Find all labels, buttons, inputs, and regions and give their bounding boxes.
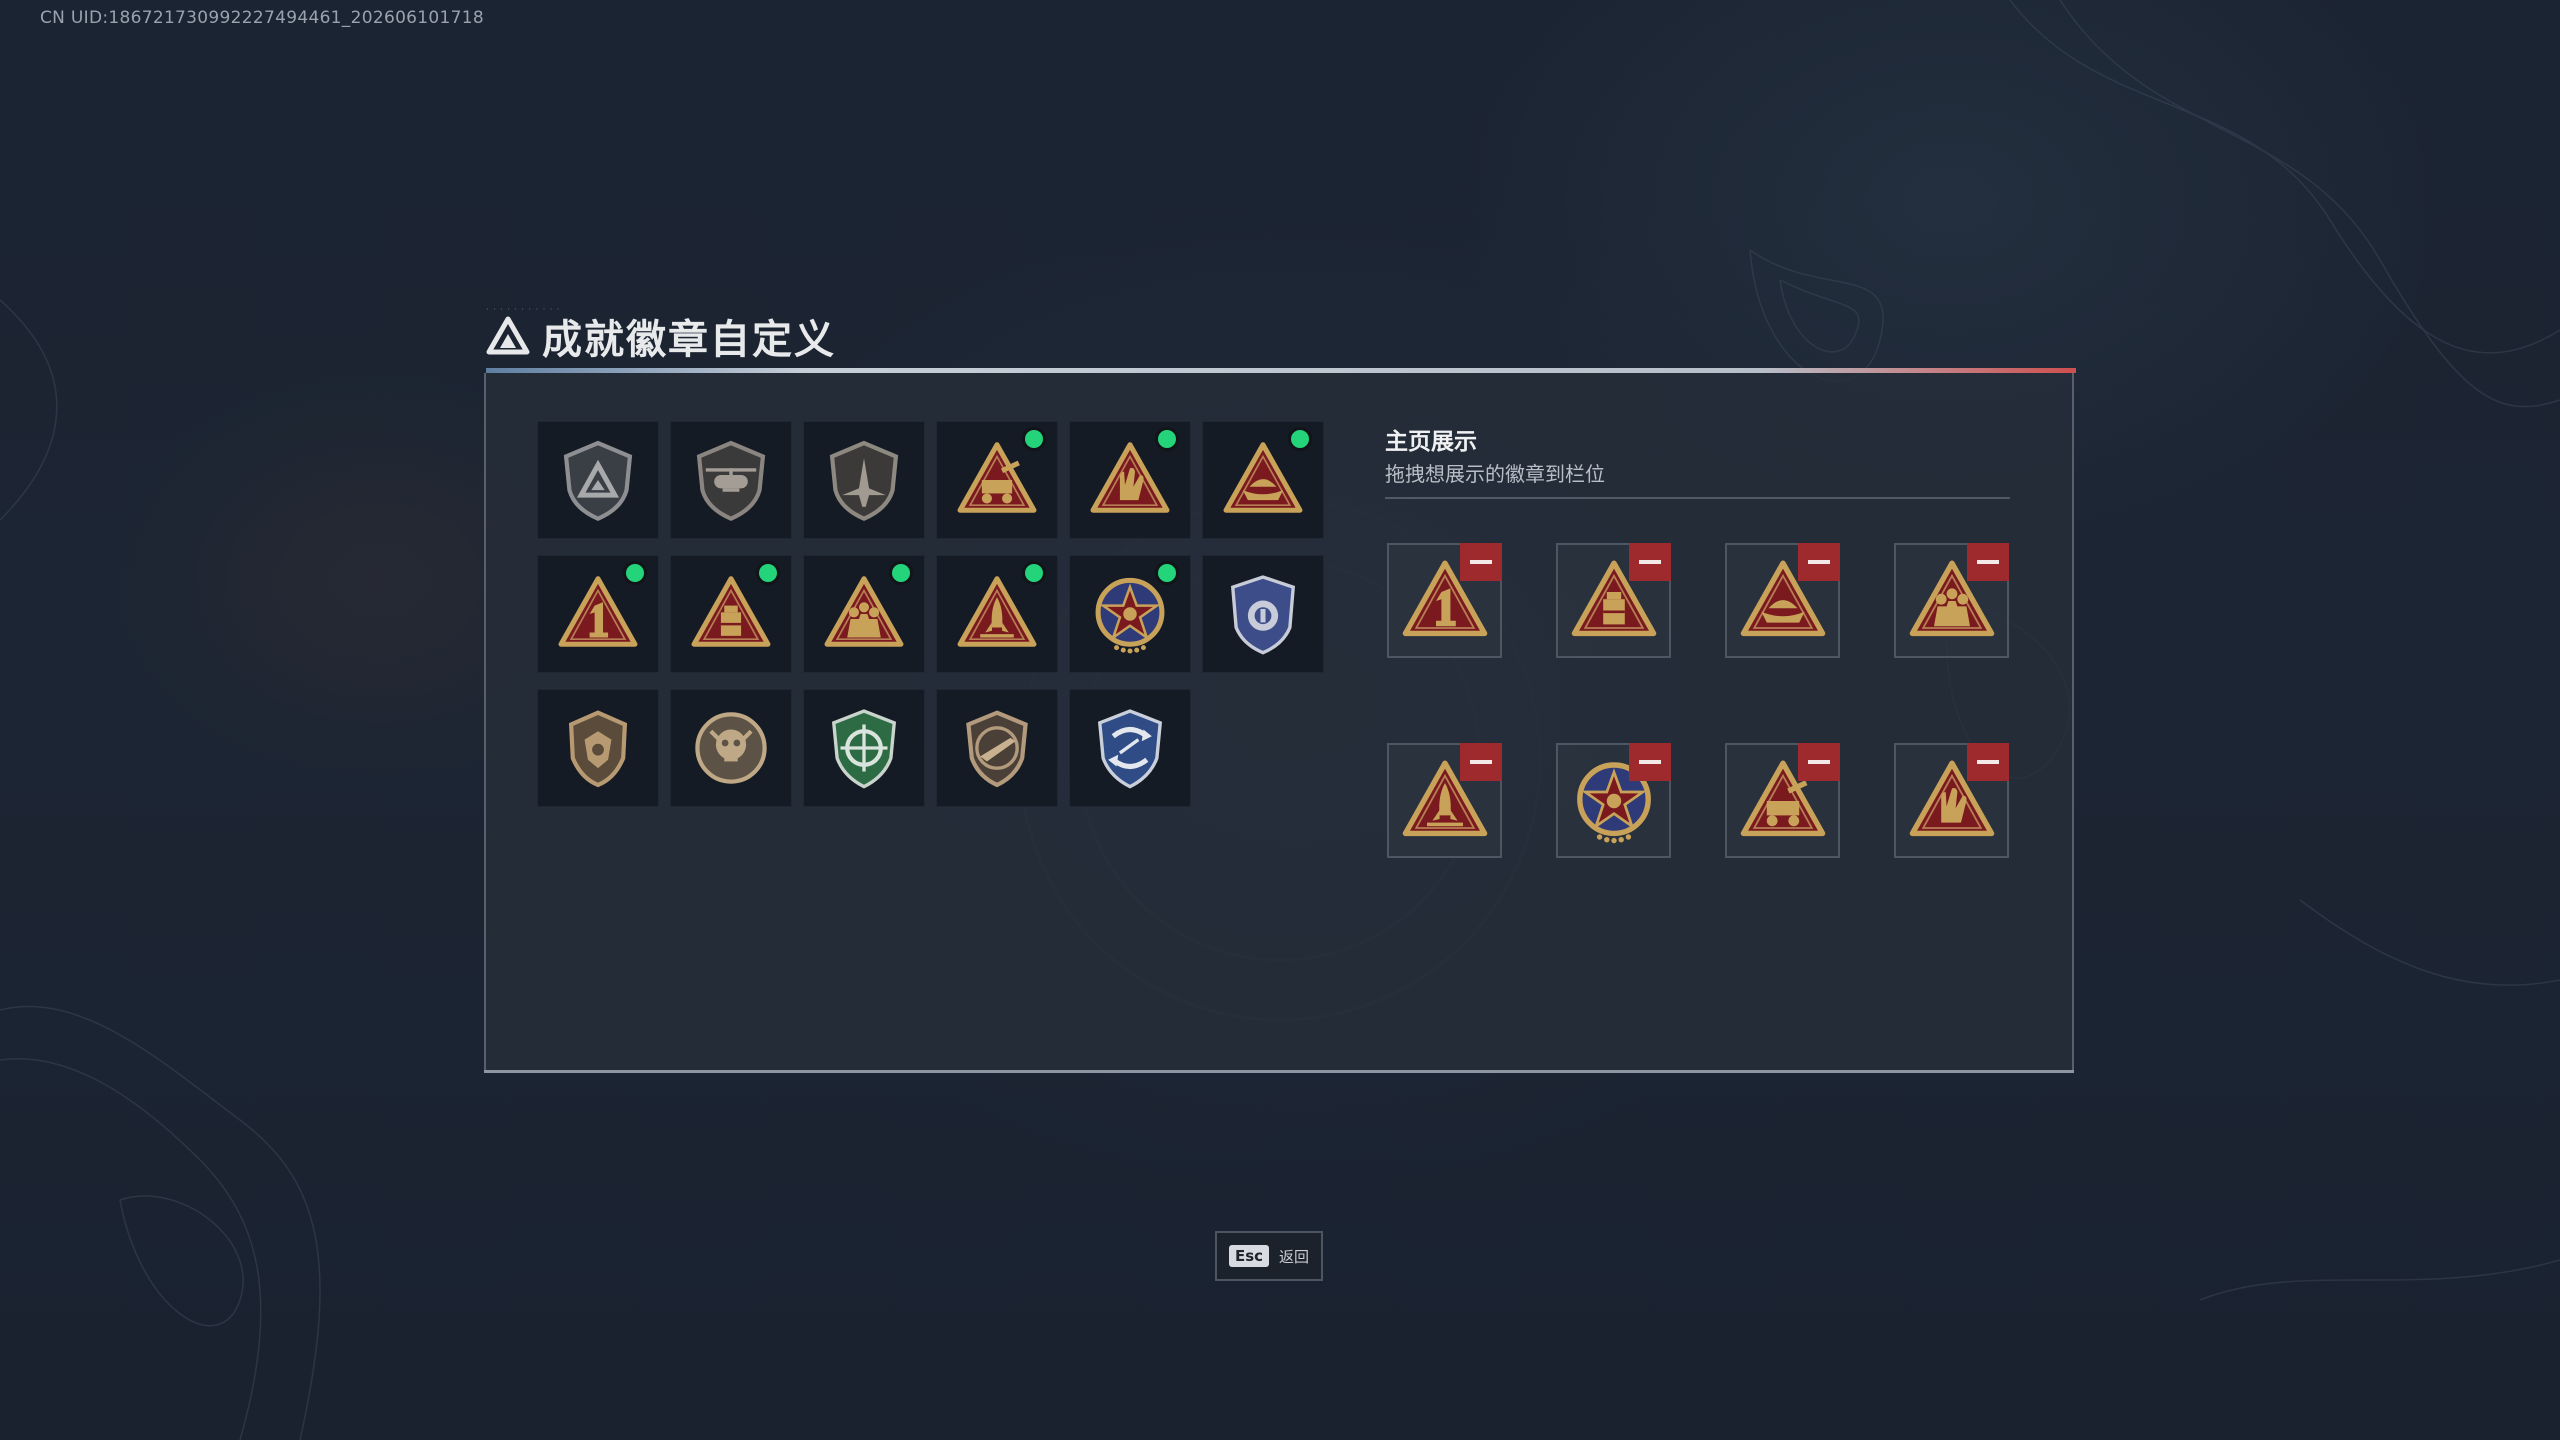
badge-cell[interactable]	[803, 421, 925, 539]
showcase-slot[interactable]	[1894, 543, 2009, 658]
panel-bottom-border	[484, 1070, 2074, 1073]
badge-cell[interactable]	[936, 421, 1058, 539]
minus-icon	[1808, 760, 1830, 764]
remove-badge-button[interactable]	[1798, 543, 1840, 581]
soldiers-triangle-badge-icon	[824, 576, 904, 647]
showcase-slot[interactable]	[1387, 543, 1502, 658]
showcase-slot[interactable]	[1387, 743, 1502, 858]
showcase-slot[interactable]	[1556, 743, 1671, 858]
back-button[interactable]: Esc 返回	[1215, 1231, 1323, 1281]
showcase-title: 主页展示	[1385, 429, 1477, 455]
badge-cell[interactable]	[1069, 421, 1191, 539]
badge-cell[interactable]	[537, 421, 659, 539]
showcase-slot[interactable]	[1556, 543, 1671, 658]
showcase-slot[interactable]	[1894, 743, 2009, 858]
badge-grid	[537, 421, 1324, 807]
number-one-triangle-badge-icon	[558, 576, 638, 647]
minus-icon	[1470, 760, 1492, 764]
remove-badge-button[interactable]	[1460, 743, 1502, 781]
remove-badge-button[interactable]	[1967, 743, 2009, 781]
badge-cell[interactable]	[670, 421, 792, 539]
showcase-slot[interactable]	[1725, 743, 1840, 858]
jet-shield-badge-icon	[829, 440, 899, 521]
showcase-divider	[1385, 497, 2010, 499]
bronze-crest-badge-icon	[568, 710, 628, 788]
showcase-slot[interactable]	[1725, 543, 1840, 658]
badge-cell[interactable]	[1069, 555, 1191, 673]
triangle-logo-icon	[486, 316, 530, 355]
minus-icon	[1977, 760, 1999, 764]
blue-arrows-shield-badge-icon	[1097, 709, 1163, 789]
helicopter-shield-badge-icon	[696, 440, 766, 521]
back-label: 返回	[1279, 1247, 1310, 1266]
remove-badge-button[interactable]	[1460, 543, 1502, 581]
green-crosshair-shield-badge-icon	[831, 709, 897, 789]
new-indicator-dot	[1158, 430, 1176, 448]
new-indicator-dot	[1025, 430, 1043, 448]
star-wreath-medal-icon	[1095, 577, 1165, 654]
badge-cell[interactable]	[537, 689, 659, 807]
remove-badge-button[interactable]	[1798, 743, 1840, 781]
blue-police-shield-badge-icon	[1230, 575, 1296, 655]
badge-cell[interactable]	[936, 689, 1058, 807]
badge-cell[interactable]	[537, 555, 659, 673]
minus-icon	[1639, 560, 1661, 564]
remove-badge-button[interactable]	[1629, 543, 1671, 581]
shield-triangle-badge-icon	[563, 440, 633, 521]
rocket-triangle-badge-icon	[957, 576, 1037, 647]
artillery-triangle-badge-icon	[957, 442, 1037, 513]
new-indicator-dot	[1025, 564, 1043, 582]
supply-crate-triangle-badge-icon	[691, 576, 771, 647]
showcase-slots	[1387, 543, 2009, 858]
page-header: 成就徽章自定义	[486, 308, 836, 364]
showcase-subtitle: 拖拽想展示的徽章到栏位	[1385, 462, 1605, 486]
boat-triangle-badge-icon	[1223, 442, 1303, 513]
badge-cell[interactable]	[670, 689, 792, 807]
bronze-skull-round-badge-icon	[695, 712, 767, 784]
new-indicator-dot	[626, 564, 644, 582]
hand-sign-triangle-badge-icon	[1090, 442, 1170, 513]
esc-key-hint: Esc	[1228, 1245, 1270, 1267]
badge-cell[interactable]	[670, 555, 792, 673]
minus-icon	[1639, 760, 1661, 764]
page-title: 成就徽章自定义	[542, 317, 836, 363]
new-indicator-dot	[892, 564, 910, 582]
minus-icon	[1470, 560, 1492, 564]
new-indicator-dot	[1291, 430, 1309, 448]
minus-icon	[1808, 560, 1830, 564]
rifle-shield-badge-icon	[966, 710, 1028, 788]
minus-icon	[1977, 560, 1999, 564]
uid-label: CN UID:18672173099222749446​1_2026061017…	[40, 8, 484, 28]
badge-cell[interactable]	[936, 555, 1058, 673]
badge-cell[interactable]	[803, 555, 925, 673]
new-indicator-dot	[1158, 564, 1176, 582]
badge-cell[interactable]	[1202, 555, 1324, 673]
remove-badge-button[interactable]	[1967, 543, 2009, 581]
new-indicator-dot	[759, 564, 777, 582]
badge-cell[interactable]	[1202, 421, 1324, 539]
remove-badge-button[interactable]	[1629, 743, 1671, 781]
badge-cell[interactable]	[1069, 689, 1191, 807]
badge-cell[interactable]	[803, 689, 925, 807]
